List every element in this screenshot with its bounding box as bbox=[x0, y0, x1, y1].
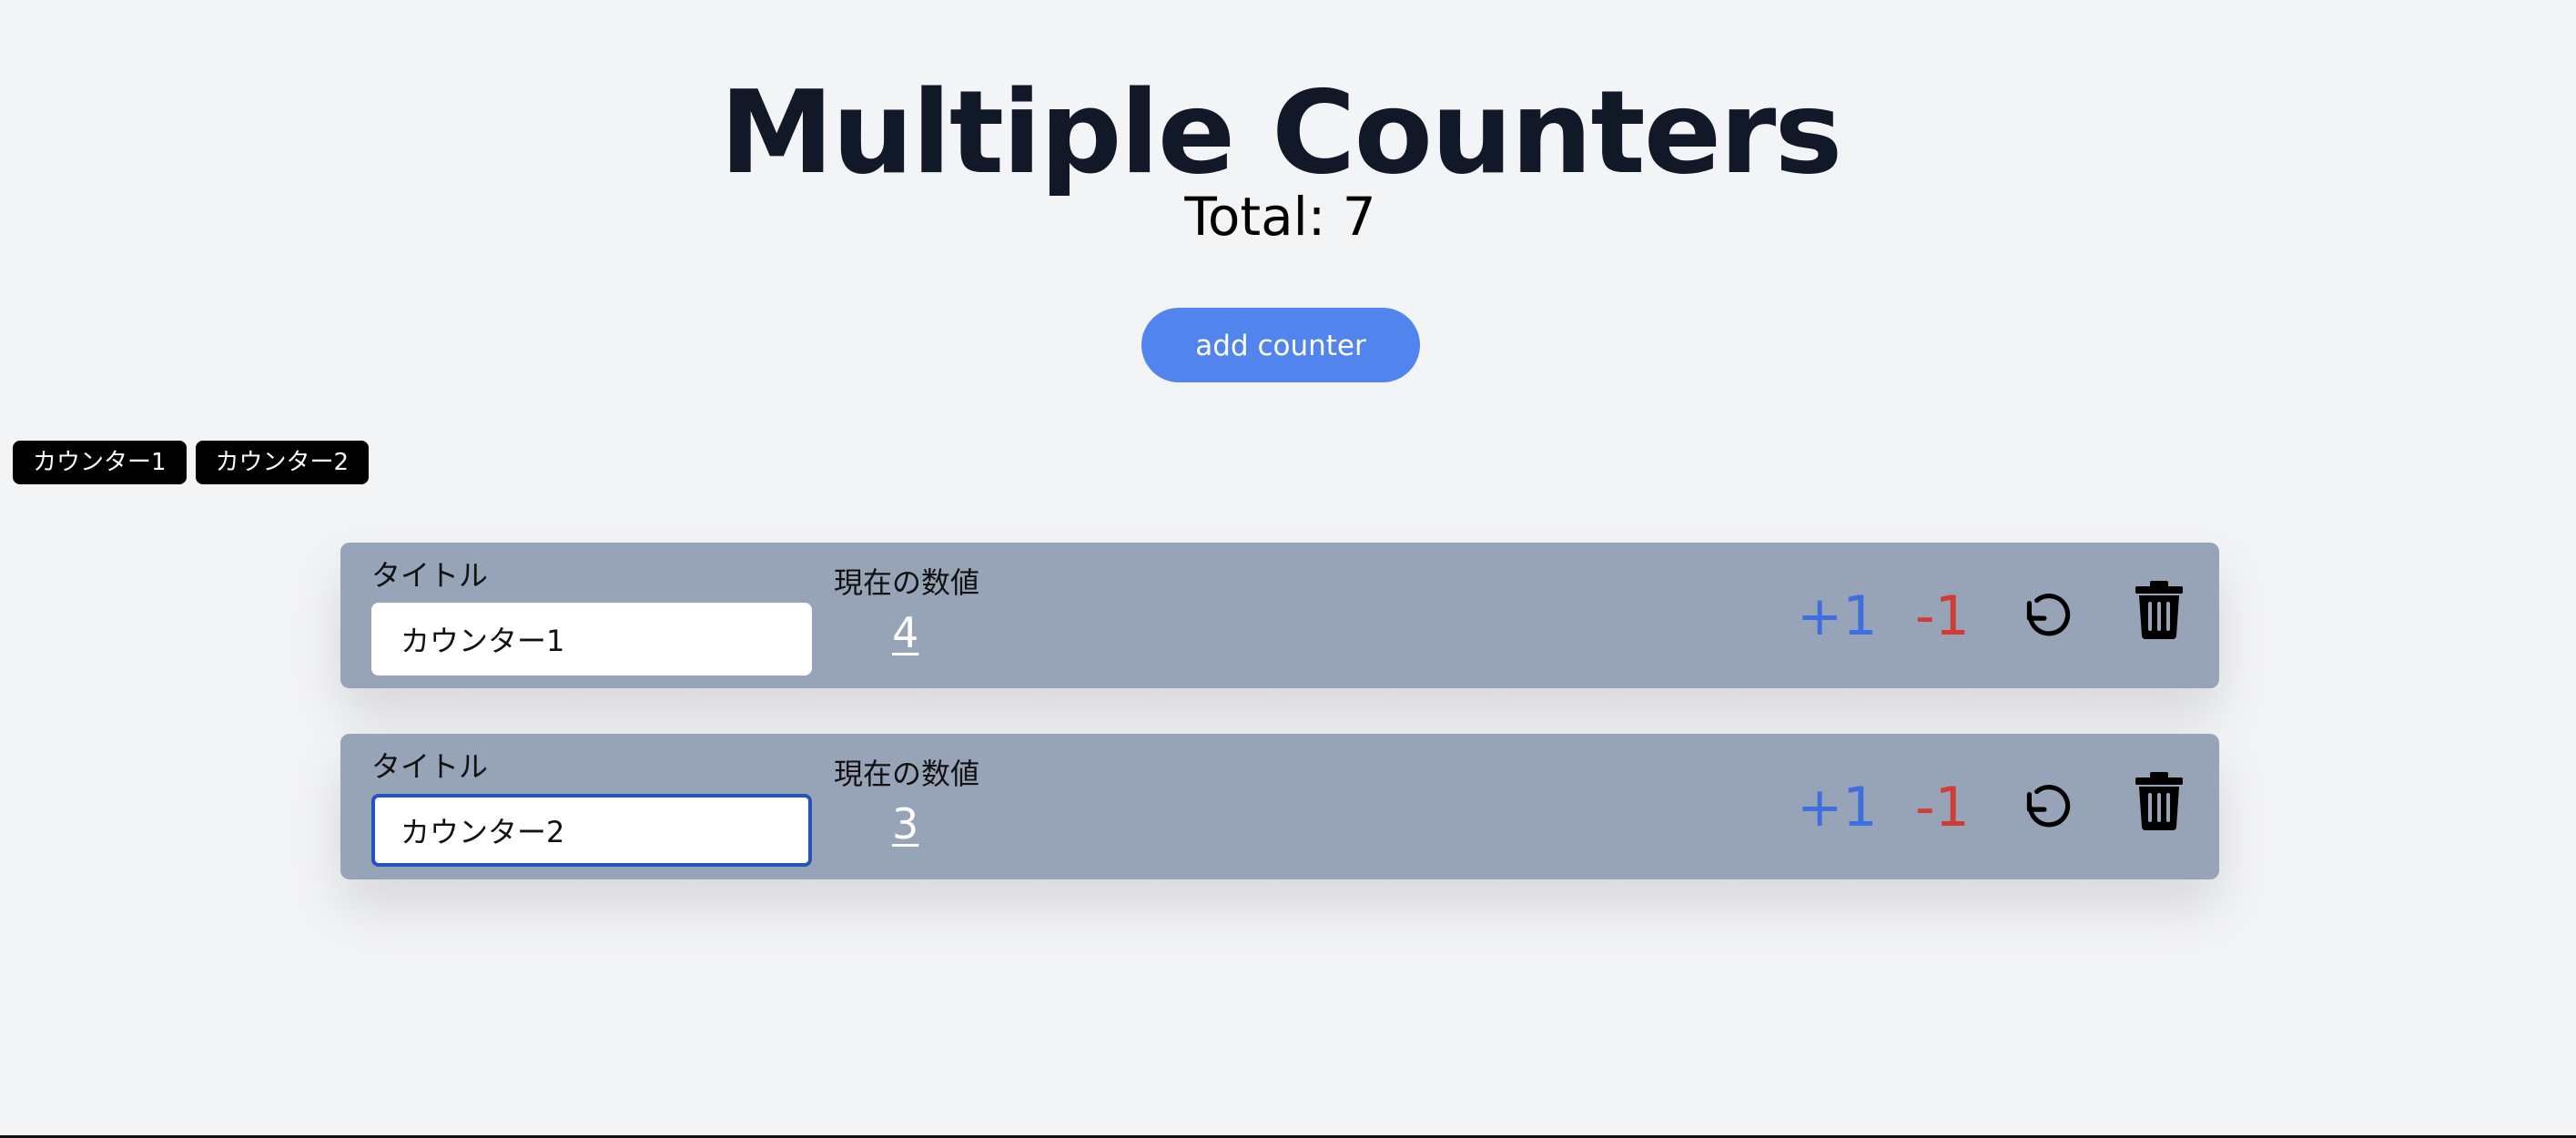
title-label: タイトル bbox=[371, 749, 489, 784]
reset-icon[interactable] bbox=[2017, 584, 2077, 645]
add-counter-button[interactable]: add counter bbox=[1141, 308, 1420, 382]
reset-icon[interactable] bbox=[2017, 776, 2077, 836]
value-label: 現在の数値 bbox=[834, 565, 980, 600]
counter-value: 4 bbox=[892, 608, 919, 657]
trash-icon[interactable] bbox=[2135, 772, 2183, 830]
decrement-button[interactable]: -1 bbox=[1915, 776, 1970, 839]
increment-button[interactable]: +1 bbox=[1797, 584, 1877, 648]
tab-counter-2[interactable]: カウンター2 bbox=[195, 441, 370, 484]
decrement-button[interactable]: -1 bbox=[1915, 584, 1970, 648]
increment-button[interactable]: +1 bbox=[1797, 776, 1877, 839]
trash-icon[interactable] bbox=[2135, 581, 2183, 639]
title-label: タイトル bbox=[371, 558, 489, 593]
title-input[interactable] bbox=[371, 603, 812, 676]
counter-card: タイトル 現在の数値 3 +1 -1 bbox=[340, 734, 2219, 879]
total-count: Total: 7 bbox=[1184, 186, 1376, 248]
counter-value: 3 bbox=[892, 799, 919, 848]
tab-counter-1[interactable]: カウンター1 bbox=[13, 441, 187, 484]
counter-tabs: カウンター1 カウンター2 bbox=[13, 441, 370, 484]
page-title: Multiple Counters bbox=[719, 66, 1843, 199]
counter-card: タイトル 現在の数値 4 +1 -1 bbox=[340, 543, 2219, 688]
title-input[interactable] bbox=[371, 794, 812, 867]
value-label: 現在の数値 bbox=[834, 757, 980, 791]
